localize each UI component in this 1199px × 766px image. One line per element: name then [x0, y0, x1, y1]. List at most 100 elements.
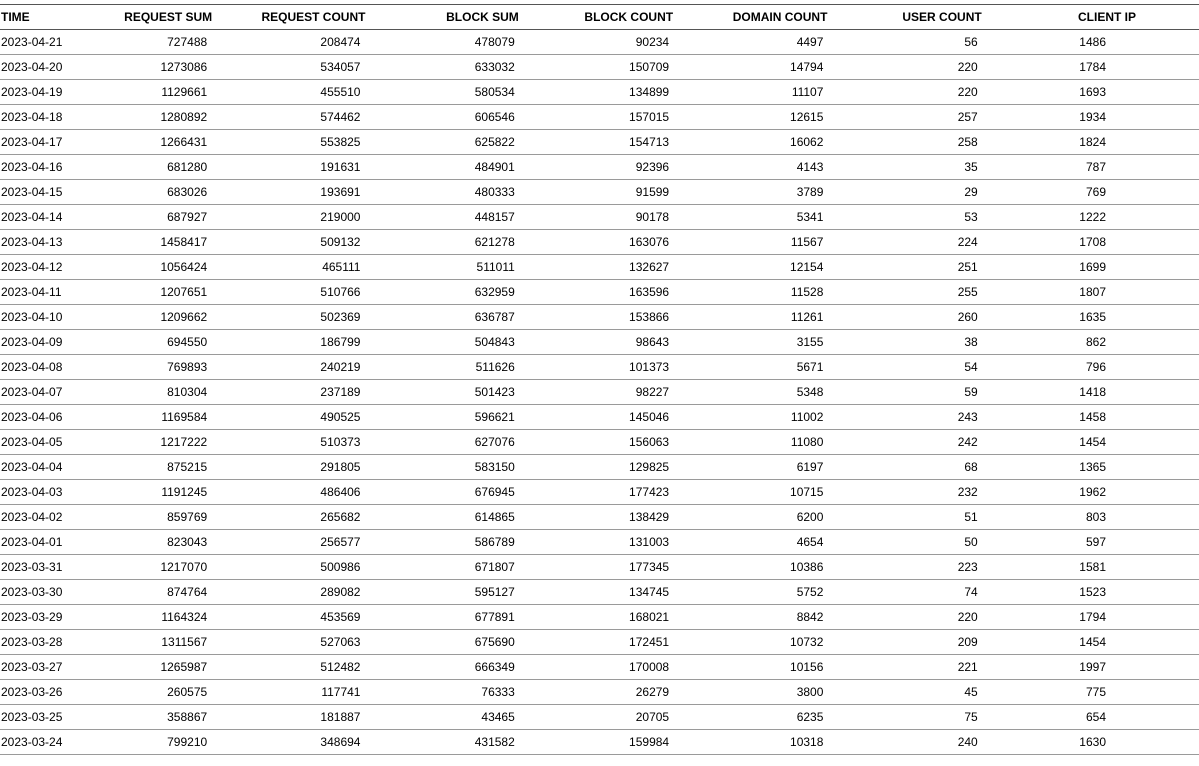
cell-time: 2023-04-11 — [0, 279, 85, 305]
table-row: 2023-04-07 810304 237189 501423 98227 5348 59 1… — [0, 379, 1199, 405]
cell-request-sum: 1056424 — [84, 254, 214, 280]
table-row: 2023-04-15 683026 193691 480333 91599 3789 29 7… — [0, 179, 1199, 205]
cell-user-count: 209 — [829, 629, 984, 655]
cell-request-count: 191631 — [213, 154, 367, 180]
cell-request-sum: 799210 — [84, 729, 214, 755]
table-row: 2023-04-10 1209662 502369 636787 153866 11261… — [0, 304, 1199, 330]
cell-block-sum: 621278 — [366, 229, 521, 255]
cell-user-count: 68 — [829, 454, 984, 480]
cell-client-ip: 1581 — [983, 554, 1199, 580]
cell-block-count: 157015 — [520, 104, 676, 130]
cell-user-count: 38 — [829, 329, 984, 355]
table-row: 2023-03-26 260575 117741 76333 26279 3800 45 77… — [0, 679, 1199, 705]
column-header-client-ip[interactable]: CLIENT IP — [983, 5, 1199, 30]
cell-user-count: 59 — [829, 379, 984, 405]
cell-block-sum: 504843 — [366, 329, 521, 355]
cell-time: 2023-04-07 — [0, 379, 85, 405]
table-row: 2023-03-30 874764 289082 595127 134745 5752 74… — [0, 579, 1199, 605]
column-header-user-count[interactable]: USER COUNT — [829, 5, 984, 30]
cell-request-sum: 681280 — [84, 154, 214, 180]
cell-user-count: 251 — [829, 254, 984, 280]
cell-block-count: 90178 — [520, 204, 676, 230]
cell-request-count: 453569 — [213, 604, 367, 630]
cell-request-count: 574462 — [213, 104, 367, 130]
column-header-domain-count[interactable]: DOMAIN COUNT — [675, 5, 830, 30]
cell-user-count: 45 — [829, 679, 984, 705]
cell-client-ip: 1784 — [983, 54, 1199, 80]
table-row: 2023-04-01 823043 256577 586789 131003 4654 50… — [0, 529, 1199, 555]
table-row: 2023-04-11 1207651 510766 632959 163596 11528… — [0, 279, 1199, 305]
table-row: 2023-03-24 799210 348694 431582 159984 10318 2… — [0, 729, 1199, 755]
cell-block-count: 156063 — [520, 429, 676, 455]
cell-time: 2023-04-10 — [0, 304, 85, 330]
cell-time: 2023-04-13 — [0, 229, 85, 255]
cell-block-count: 98643 — [520, 329, 676, 355]
cell-user-count: 75 — [829, 704, 984, 730]
cell-time: 2023-04-12 — [0, 254, 85, 280]
cell-request-sum: 1280892 — [84, 104, 214, 130]
cell-block-sum: 627076 — [366, 429, 521, 455]
cell-client-ip: 1222 — [983, 204, 1199, 230]
cell-request-sum: 1191245 — [84, 479, 214, 505]
cell-block-sum: 676945 — [366, 479, 521, 505]
cell-client-ip: 1934 — [983, 104, 1199, 130]
cell-request-count: 512482 — [213, 654, 367, 680]
cell-client-ip: 1418 — [983, 379, 1199, 405]
cell-block-count: 132627 — [520, 254, 676, 280]
cell-time: 2023-03-24 — [0, 729, 85, 755]
table-row: 2023-04-17 1266431 553825 625822 154713 16062… — [0, 129, 1199, 155]
cell-user-count: 29 — [829, 179, 984, 205]
cell-block-count: 138429 — [520, 504, 676, 530]
report-viewport[interactable]: TIME REQUEST SUM REQUEST COUNT BLOCK SUM… — [0, 0, 1199, 766]
cell-request-count: 509132 — [213, 229, 367, 255]
cell-client-ip: 597 — [983, 529, 1199, 555]
cell-request-sum: 1207651 — [84, 279, 214, 305]
column-header-block-sum[interactable]: BLOCK SUM — [366, 5, 521, 30]
cell-request-sum: 694550 — [84, 329, 214, 355]
cell-block-sum: 511011 — [366, 254, 521, 280]
cell-block-sum: 595127 — [366, 579, 521, 605]
cell-block-count: 150709 — [520, 54, 676, 80]
cell-user-count: 242 — [829, 429, 984, 455]
cell-block-count: 168021 — [520, 604, 676, 630]
cell-block-sum: 583150 — [366, 454, 521, 480]
cell-block-sum: 586789 — [366, 529, 521, 555]
cell-request-count: 486406 — [213, 479, 367, 505]
column-header-request-count[interactable]: REQUEST COUNT — [213, 5, 367, 30]
cell-time: 2023-03-31 — [0, 554, 85, 580]
cell-block-sum: 596621 — [366, 404, 521, 430]
cell-user-count: 35 — [829, 154, 984, 180]
cell-block-sum: 580534 — [366, 79, 521, 105]
column-header-request-sum[interactable]: REQUEST SUM — [84, 5, 214, 30]
cell-request-count: 455510 — [213, 79, 367, 105]
cell-block-sum: 76333 — [366, 679, 521, 705]
cell-time: 2023-04-02 — [0, 504, 85, 530]
table-row: 2023-04-06 1169584 490525 596621 145046 11002… — [0, 404, 1199, 430]
column-header-block-count[interactable]: BLOCK COUNT — [520, 5, 676, 30]
cell-client-ip: 803 — [983, 504, 1199, 530]
cell-domain-count: 11528 — [675, 279, 830, 305]
cell-client-ip: 1693 — [983, 79, 1199, 105]
cell-block-count: 172451 — [520, 629, 676, 655]
table-row: 2023-04-18 1280892 574462 606546 157015 12615… — [0, 104, 1199, 130]
cell-block-count: 98227 — [520, 379, 676, 405]
cell-block-sum: 636787 — [366, 304, 521, 330]
cell-time: 2023-03-25 — [0, 704, 85, 730]
cell-domain-count: 5752 — [675, 579, 830, 605]
cell-user-count: 258 — [829, 129, 984, 155]
cell-domain-count: 10156 — [675, 654, 830, 680]
cell-client-ip: 796 — [983, 354, 1199, 380]
cell-user-count: 223 — [829, 554, 984, 580]
cell-block-sum: 484901 — [366, 154, 521, 180]
cell-client-ip: 1794 — [983, 604, 1199, 630]
cell-request-sum: 1217070 — [84, 554, 214, 580]
cell-domain-count: 11567 — [675, 229, 830, 255]
cell-request-sum: 1266431 — [84, 129, 214, 155]
cell-client-ip: 1962 — [983, 479, 1199, 505]
column-header-time[interactable]: TIME — [0, 5, 85, 30]
cell-client-ip: 775 — [983, 679, 1199, 705]
cell-block-count: 101373 — [520, 354, 676, 380]
table-row: 2023-04-21 727488 208474 478079 90234 4497 56 1… — [0, 29, 1199, 55]
cell-domain-count: 5348 — [675, 379, 830, 405]
cell-domain-count: 10318 — [675, 729, 830, 755]
